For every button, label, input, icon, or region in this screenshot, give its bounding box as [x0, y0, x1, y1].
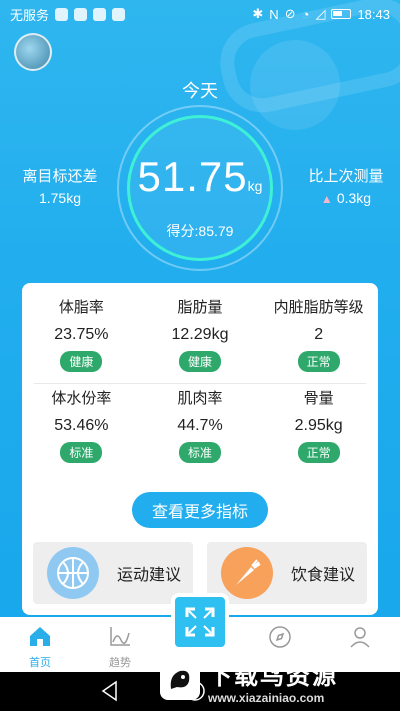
- last-compare-label: 比上次测量: [308, 168, 384, 185]
- status-bar: 无服务 ✱ N ⊘ ◔ ◿ 18:43: [0, 0, 400, 28]
- basketball-icon: [47, 547, 99, 599]
- status-badge: 标准: [60, 442, 103, 463]
- back-icon[interactable]: [100, 680, 120, 702]
- metric-value: 44.7%: [177, 417, 223, 434]
- metric-label: 内脏脂肪等级: [273, 299, 364, 316]
- target-gap-value: 1.75kg: [38, 190, 82, 206]
- status-badge: 健康: [179, 351, 222, 372]
- status-badge: 正常: [297, 442, 340, 463]
- metric-body-water[interactable]: 体水份率 53.46% 标准: [22, 384, 141, 474]
- metric-value: 23.75%: [54, 326, 109, 343]
- battery-icon: [331, 9, 352, 19]
- home-icon: [30, 627, 50, 646]
- metric-label: 体水份率: [51, 390, 112, 407]
- tab-home[interactable]: 首页: [0, 617, 80, 672]
- metric-fat-mass[interactable]: 脂肪量 12.29kg 健康: [141, 293, 260, 383]
- metric-label: 骨量: [303, 390, 334, 407]
- bluetooth-icon: ✱: [252, 6, 264, 21]
- metric-value: 2.95kg: [294, 417, 343, 434]
- metric-muscle-rate[interactable]: 肌肉率 44.7% 标准: [141, 384, 260, 474]
- sport-advice-button[interactable]: 运动建议: [33, 542, 193, 604]
- metrics-row: 体水份率 53.46% 标准 肌肉率 44.7% 标准 骨量 2.95kg 正常: [22, 384, 378, 474]
- diet-advice-label: 饮食建议: [291, 567, 356, 584]
- avatar[interactable]: [14, 33, 52, 71]
- user-icon: [350, 627, 370, 648]
- notification-icon: [112, 7, 126, 21]
- metric-body-fat[interactable]: 体脂率 23.75% 健康: [22, 293, 141, 383]
- metric-value: 2: [314, 326, 324, 343]
- metric-bone-mass[interactable]: 骨量 2.95kg 正常: [259, 384, 378, 474]
- watermark-logo-icon: [160, 660, 200, 700]
- tab-trend-label: 趋势: [109, 657, 131, 669]
- status-badge: 标准: [179, 442, 222, 463]
- metrics-card: 体脂率 23.75% 健康 脂肪量 12.29kg 健康 内脏脂肪等级 2 正常…: [22, 283, 378, 615]
- nfc-icon: N: [269, 6, 279, 22]
- metric-visceral-fat[interactable]: 内脏脂肪等级 2 正常: [259, 293, 378, 383]
- metric-label: 体脂率: [58, 299, 104, 316]
- watermark-title: 下载鸟资源: [208, 662, 338, 690]
- more-metrics-button[interactable]: 查看更多指标: [132, 492, 268, 528]
- tab-home-label: 首页: [29, 657, 51, 669]
- metric-value: 12.29kg: [171, 326, 229, 343]
- up-arrow-icon: ▲: [320, 192, 333, 206]
- compass-icon: [269, 626, 291, 648]
- target-gap: 离目标还差 1.75kg: [14, 165, 106, 206]
- target-gap-label: 离目标还差: [22, 168, 98, 185]
- status-badge: 健康: [60, 351, 103, 372]
- metric-value: 53.46%: [54, 417, 109, 434]
- weight-value: 51.75: [137, 153, 248, 200]
- watermark-url: www.xiazainiao.com: [208, 690, 325, 705]
- metrics-row: 体脂率 23.75% 健康 脂肪量 12.29kg 健康 内脏脂肪等级 2 正常: [22, 293, 378, 383]
- carrot-icon: [221, 547, 273, 599]
- weight-unit: kg: [247, 178, 263, 194]
- watermark: 下载鸟资源 www.xiazainiao.com: [160, 651, 392, 709]
- weight-display: 51.75kg: [127, 153, 273, 201]
- carrier-label: 无服务: [10, 7, 50, 23]
- wifi-icon: ◔: [301, 6, 310, 22]
- mute-icon: ⊘: [284, 6, 296, 21]
- status-badge: 正常: [297, 351, 340, 372]
- expand-icon: [185, 607, 215, 637]
- last-compare: 比上次测量 ▲ 0.3kg: [296, 165, 396, 206]
- signal-icon: ◿: [315, 6, 326, 21]
- diet-advice-button[interactable]: 饮食建议: [207, 542, 367, 604]
- notification-icon: [74, 7, 88, 21]
- measure-button[interactable]: [171, 593, 229, 651]
- metric-label: 肌肉率: [177, 390, 223, 407]
- today-label: 今天: [182, 81, 218, 101]
- last-compare-value: 0.3kg: [336, 190, 372, 206]
- score-label: 得分:85.79: [166, 223, 234, 239]
- notification-icon: [55, 7, 69, 21]
- notification-icon: [93, 7, 107, 21]
- clock: 18:43: [357, 6, 390, 22]
- tab-trend[interactable]: 趋势: [80, 617, 160, 672]
- metric-label: 脂肪量: [177, 299, 223, 316]
- sport-advice-label: 运动建议: [117, 567, 182, 584]
- trend-icon: [110, 627, 130, 646]
